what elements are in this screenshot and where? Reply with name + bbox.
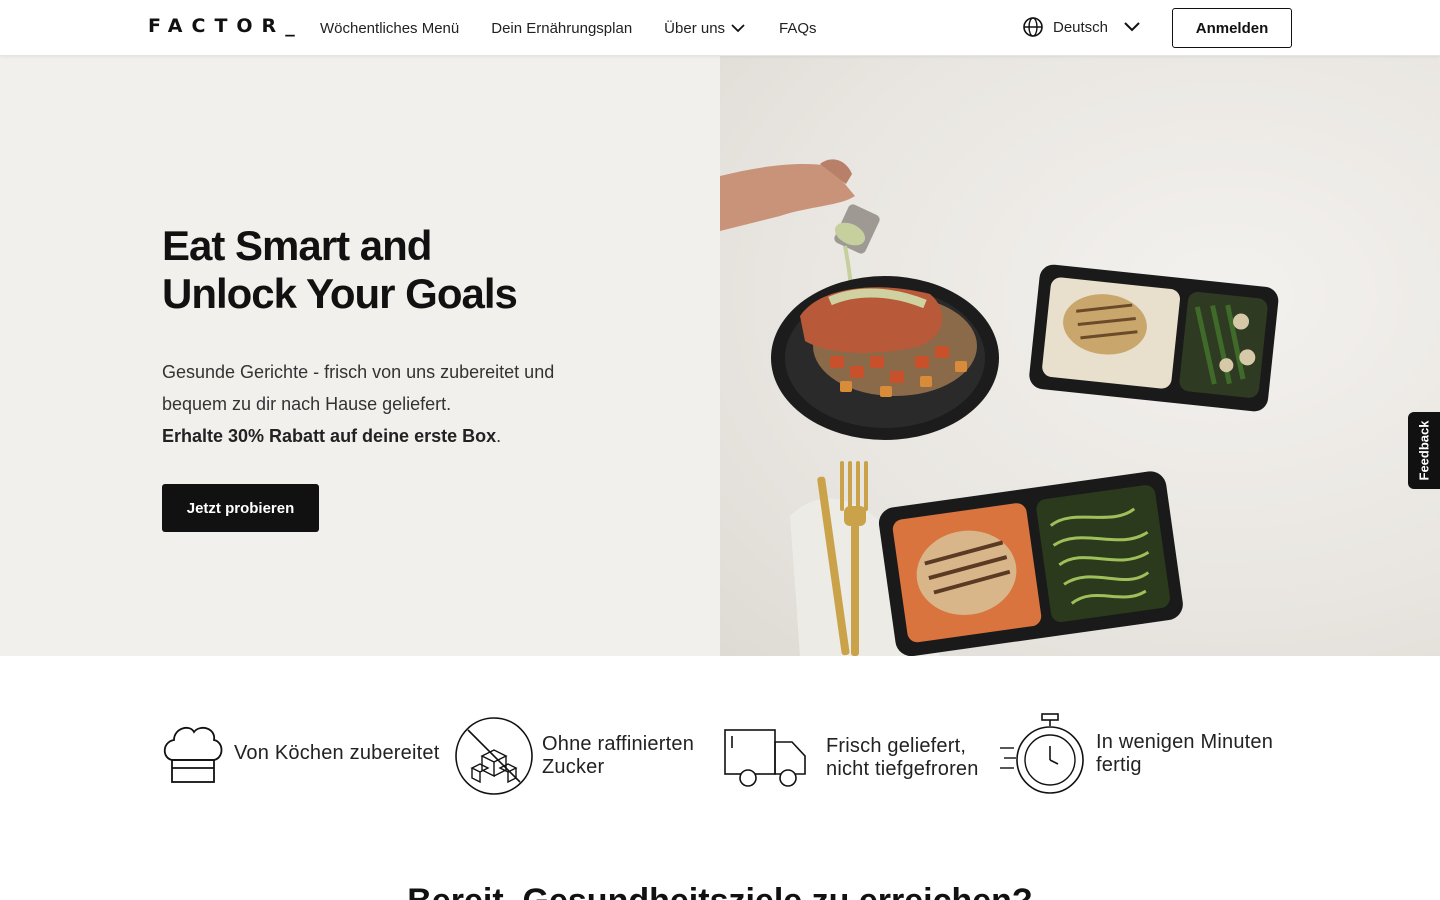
site-header: FACTOR_ Wöchentliches Menü Dein Ernährun… — [0, 0, 1440, 56]
next-section-heading: Bereit, Gesundheitsziele zu erreichen? — [0, 882, 1440, 900]
main-nav: Wöchentliches Menü Dein Ernährungsplan Ü… — [320, 0, 817, 56]
try-now-button[interactable]: Jetzt probieren — [162, 484, 319, 532]
feature-quick-prep-line2: fertig — [1096, 754, 1142, 776]
delivery-truck-icon — [724, 729, 806, 787]
language-label: Deutsch — [1053, 18, 1109, 36]
feedback-label: Feedback — [1416, 420, 1432, 481]
nav-faqs-label: FAQs — [779, 19, 817, 37]
feature-chef-line1: Von Köchen zubereitet — [234, 741, 440, 764]
hero-description: Gesunde Gerichte - frisch von uns zubere… — [162, 362, 555, 414]
hero-subtitle: Gesunde Gerichte - frisch von uns zubere… — [162, 356, 602, 452]
globe-icon — [1023, 17, 1043, 37]
hero-title: Eat Smart and Unlock Your Goals — [162, 222, 642, 318]
nav-weekly-menu[interactable]: Wöchentliches Menü — [320, 20, 459, 37]
nav-nutrition-plan[interactable]: Dein Ernährungsplan — [491, 20, 632, 37]
feature-fresh-delivery-text: Frisch geliefert, nicht tiefgefroren — [826, 735, 979, 781]
feature-no-sugar: Ohne raffinierten Zucker — [454, 716, 694, 796]
feature-no-sugar-line1: Ohne raffinierten — [542, 733, 695, 755]
nav-weekly-menu-label: Wöchentliches Menü — [320, 19, 460, 37]
feature-quick-prep-line1: In wenigen Minuten — [1096, 731, 1274, 753]
chevron-down-icon — [731, 24, 745, 33]
language-selector[interactable]: Deutsch — [1022, 16, 1143, 38]
nav-about-us[interactable]: Über uns — [664, 19, 747, 37]
meals-illustration — [720, 159, 1279, 656]
hero-food-image — [720, 56, 1440, 656]
hero-title-line2: Unlock Your Goals — [162, 270, 518, 317]
feature-chef: Von Köchen zubereitet — [160, 720, 439, 786]
hero-discount-period: . — [496, 426, 502, 446]
feedback-tab[interactable]: Feedback — [1408, 412, 1440, 489]
nav-faqs[interactable]: FAQs — [779, 20, 817, 37]
hero-discount: Erhalte 30% Rabatt auf deine erste Box — [162, 426, 497, 446]
chevron-down-icon — [1124, 22, 1140, 32]
factor-logo[interactable]: FACTOR_ — [148, 15, 304, 37]
feature-fresh-delivery: Frisch geliefert, nicht tiefgefroren — [722, 726, 979, 790]
nav-about-us-label: Über uns — [664, 19, 726, 37]
feature-chef-text: Von Köchen zubereitet — [234, 742, 439, 765]
hero-title-line1: Eat Smart and — [162, 222, 432, 269]
login-button[interactable]: Anmelden — [1172, 8, 1292, 48]
feature-fresh-delivery-line2: nicht tiefgefroren — [826, 758, 979, 780]
stopwatch-icon — [1000, 713, 1084, 794]
hero-text-panel: Eat Smart and Unlock Your Goals Gesunde … — [0, 56, 720, 656]
feature-no-sugar-text: Ohne raffinierten Zucker — [542, 733, 694, 779]
no-sugar-icon — [455, 717, 533, 795]
feature-fresh-delivery-line1: Frisch geliefert, — [826, 735, 967, 757]
features-section: Von Köchen zubereitet Ohne raffinierten … — [0, 656, 1440, 900]
nav-nutrition-plan-label: Dein Ernährungsplan — [491, 19, 633, 37]
feature-no-sugar-line2: Zucker — [542, 756, 605, 778]
feature-quick-prep-text: In wenigen Minuten fertig — [1096, 731, 1273, 777]
chef-hat-icon — [163, 726, 223, 783]
feature-quick-prep: In wenigen Minuten fertig — [998, 712, 1273, 796]
